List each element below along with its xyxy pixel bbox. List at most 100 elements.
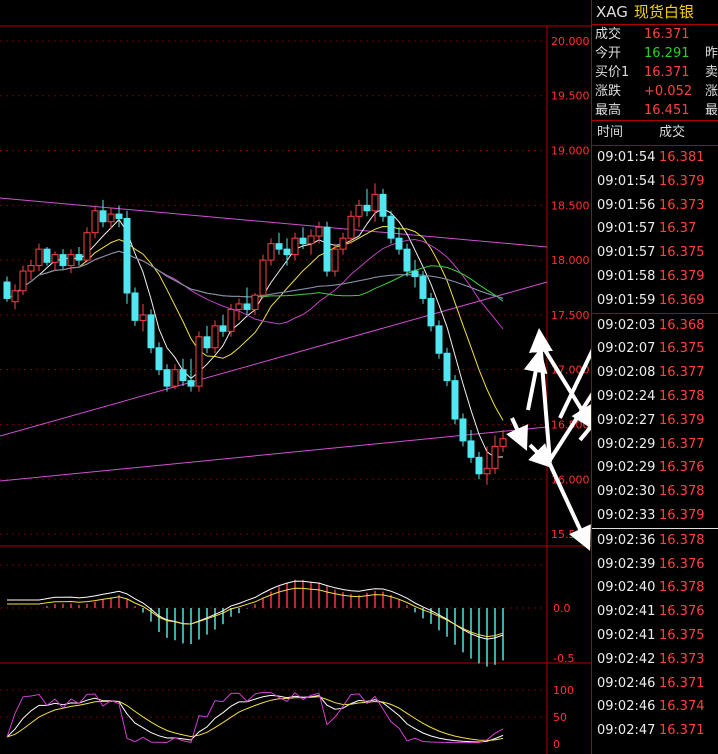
candle-body bbox=[75, 254, 83, 261]
quote-row: 最高 16.451 最 bbox=[592, 101, 718, 120]
tick-price: 16.37 bbox=[659, 221, 697, 237]
tick-row[interactable]: 09:01:54 16.379 bbox=[592, 170, 718, 194]
tick-row[interactable]: 09:02:39 16.376 bbox=[592, 553, 718, 577]
quote-row: 成交 16.371 bbox=[592, 25, 718, 44]
quote-value: 16.291 bbox=[644, 46, 690, 61]
tick-row[interactable]: 09:02:29 16.376 bbox=[592, 456, 718, 480]
candle-body bbox=[355, 204, 363, 217]
tick-row[interactable]: 09:02:41 16.375 bbox=[592, 624, 718, 648]
tick-price: 16.379 bbox=[659, 507, 705, 523]
tick-row[interactable]: 09:01:57 16.375 bbox=[592, 241, 718, 265]
candle bbox=[451, 375, 459, 425]
candle-body bbox=[275, 243, 283, 250]
candle-body bbox=[35, 248, 43, 267]
candle-body bbox=[123, 217, 131, 294]
tick-time: 09:02:41 bbox=[597, 627, 656, 643]
tick-time: 09:02:33 bbox=[597, 507, 656, 523]
candle-body bbox=[139, 314, 147, 321]
tick-time: 09:01:59 bbox=[597, 292, 656, 308]
kline-chart[interactable]: 20.00019.50019.00018.50018.00017.50017.0… bbox=[0, 0, 591, 754]
tick-time: 09:01:56 bbox=[597, 197, 656, 213]
tick-row[interactable]: 09:02:33 16.379 bbox=[592, 504, 718, 529]
candle-body bbox=[291, 237, 299, 256]
quote-row: 今开 16.291 昨 bbox=[592, 44, 718, 63]
tick-time: 09:01:54 bbox=[597, 150, 656, 165]
tick-price: 16.378 bbox=[659, 388, 705, 404]
candle bbox=[443, 347, 451, 387]
tick-price: 16.379 bbox=[659, 412, 705, 428]
tick-price: 16.375 bbox=[659, 627, 705, 643]
candle-body bbox=[419, 276, 427, 299]
tick-time: 09:02:42 bbox=[597, 651, 656, 667]
tick-price: 16.376 bbox=[659, 604, 705, 620]
tick-price: 16.379 bbox=[659, 173, 705, 189]
tick-row[interactable]: 09:02:41 16.376 bbox=[592, 600, 718, 624]
candle-body bbox=[331, 248, 339, 272]
candle-body bbox=[171, 369, 179, 387]
candle-body bbox=[19, 270, 27, 292]
tick-row[interactable]: 09:02:36 16.378 bbox=[592, 529, 718, 553]
quote-summary: 成交 16.371 今开 16.291 昨买价1 16.371 卖涨跌 +0.052 涨最高 16… bbox=[592, 25, 718, 121]
candle-body bbox=[91, 210, 99, 234]
tick-price: 16.376 bbox=[659, 556, 705, 572]
tick-row[interactable]: 09:01:56 16.373 bbox=[592, 194, 718, 218]
tick-price: 16.381 bbox=[659, 150, 705, 165]
candle-body bbox=[387, 215, 395, 239]
tick-row[interactable]: 09:01:59 16.369 bbox=[592, 289, 718, 314]
tick-row[interactable]: 09:01:54 16.381 bbox=[592, 146, 718, 170]
candle-body bbox=[147, 314, 155, 349]
tick-row[interactable]: 09:02:29 16.377 bbox=[592, 433, 718, 457]
tick-price: 16.379 bbox=[659, 268, 705, 284]
tick-row[interactable]: 09:02:27 16.379 bbox=[592, 409, 718, 433]
tick-time: 09:01:57 bbox=[597, 245, 656, 261]
tick-price: 16.373 bbox=[659, 651, 705, 667]
quote-label: 成交 bbox=[595, 27, 622, 42]
candle-body bbox=[323, 226, 331, 272]
tick-list[interactable]: 09:01:54 16.381 09:01:54 16.379 09:01:56 16.3… bbox=[592, 146, 718, 743]
symbol-header: XAG 现货白银 bbox=[592, 0, 718, 25]
kdj-tick-label: 50 bbox=[553, 711, 567, 724]
tick-row[interactable]: 09:02:42 16.373 bbox=[592, 648, 718, 672]
tick-row[interactable]: 09:02:07 16.375 bbox=[592, 337, 718, 361]
tick-row[interactable]: 09:02:30 16.378 bbox=[592, 480, 718, 504]
candle-body bbox=[99, 210, 107, 223]
tick-time: 09:01:54 bbox=[597, 173, 656, 189]
candle-body bbox=[491, 445, 499, 469]
candle-body bbox=[267, 243, 275, 261]
candle-body bbox=[59, 254, 67, 267]
candle-body bbox=[163, 369, 171, 387]
tick-time: 09:02:30 bbox=[597, 484, 656, 500]
tick-time: 09:02:39 bbox=[597, 556, 656, 572]
tick-row[interactable]: 09:02:08 16.377 bbox=[592, 361, 718, 385]
tick-row[interactable]: 09:02:03 16.368 bbox=[592, 314, 718, 338]
macd-tick-label: 0.0 bbox=[553, 602, 571, 615]
tick-row[interactable]: 09:01:58 16.379 bbox=[592, 265, 718, 289]
tick-time: 09:01:57 bbox=[597, 221, 656, 237]
tick-time: 09:02:36 bbox=[597, 532, 656, 548]
quote-label: 涨跌 bbox=[595, 84, 622, 99]
quote-value: +0.052 bbox=[644, 84, 693, 99]
candle-body bbox=[427, 297, 435, 327]
candle-body bbox=[187, 380, 195, 387]
quote-extra-label: 涨 bbox=[705, 84, 718, 99]
quote-row: 涨跌 +0.052 涨 bbox=[592, 82, 718, 101]
tick-row[interactable]: 09:02:47 16.371 bbox=[592, 719, 718, 743]
tick-price: 16.371 bbox=[659, 723, 705, 739]
tick-row[interactable]: 09:02:46 16.371 bbox=[592, 672, 718, 696]
candle-body bbox=[339, 237, 347, 250]
tick-row[interactable]: 09:02:46 16.374 bbox=[592, 695, 718, 719]
candle bbox=[435, 320, 443, 359]
candle-body bbox=[259, 259, 267, 296]
candle-body bbox=[27, 265, 35, 272]
candle-body bbox=[403, 248, 411, 272]
price-tick-label: 19.500 bbox=[551, 90, 590, 103]
tick-row[interactable]: 09:01:57 16.37 bbox=[592, 217, 718, 241]
quote-extra-label: 最 bbox=[705, 103, 718, 118]
candle bbox=[259, 254, 267, 299]
candle-body bbox=[459, 418, 467, 442]
candle-body bbox=[179, 369, 187, 382]
candle bbox=[427, 292, 435, 332]
tick-row[interactable]: 09:02:24 16.378 bbox=[592, 385, 718, 409]
tick-row[interactable]: 09:02:40 16.378 bbox=[592, 576, 718, 600]
candle-body bbox=[107, 213, 115, 223]
